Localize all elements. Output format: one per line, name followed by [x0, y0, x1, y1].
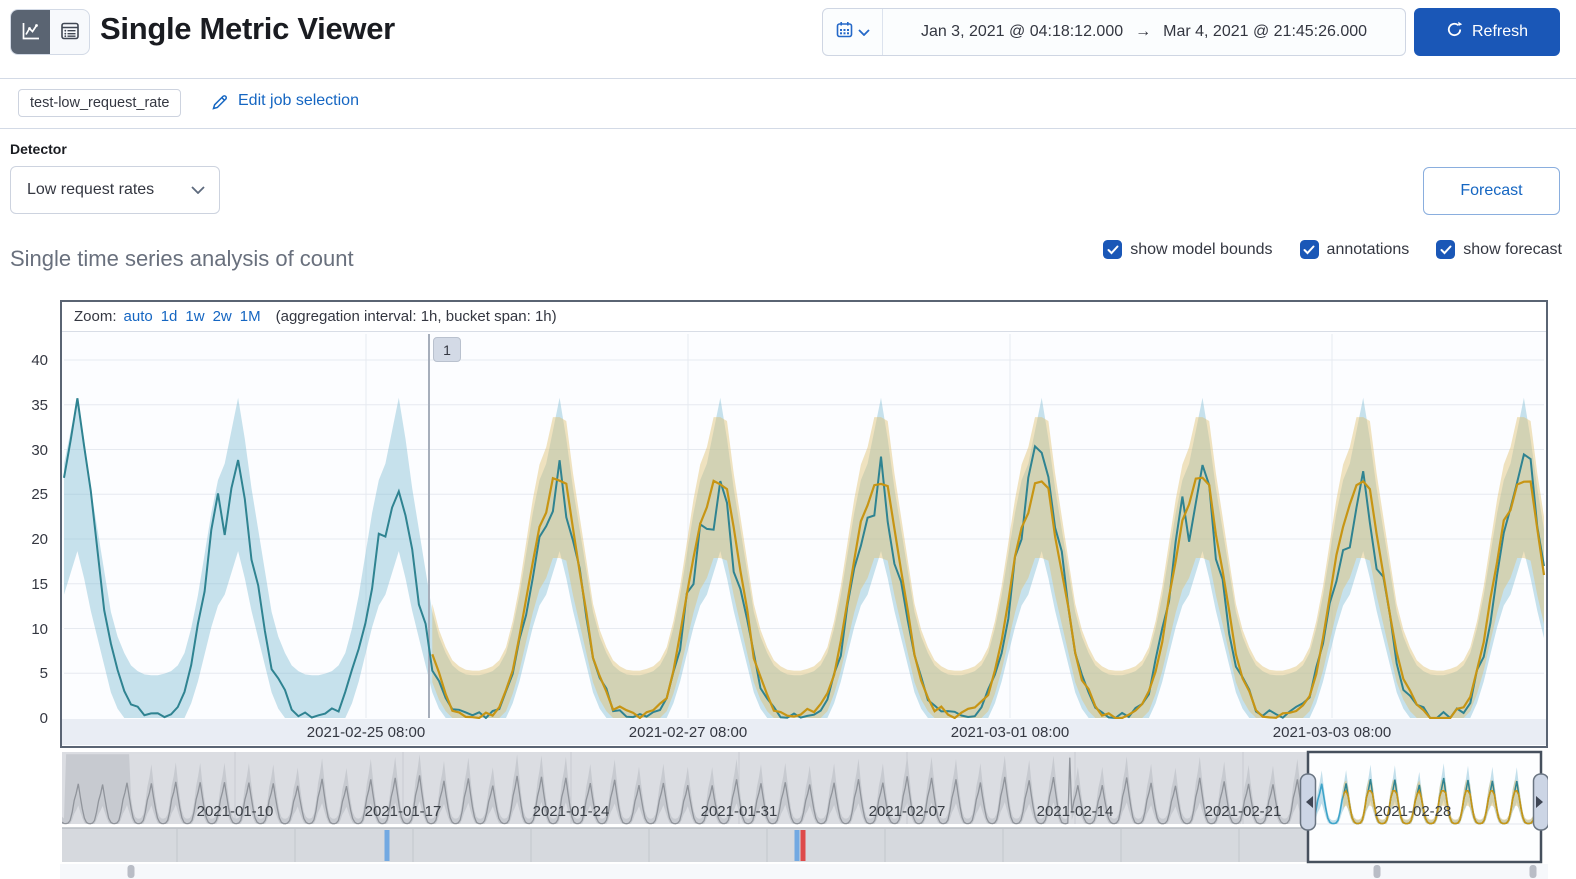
main-time-series-chart[interactable]: 2021-02-25 08:00 2021-02-27 08:00 2021-03-…: [62, 332, 1546, 745]
calendar-icon: [836, 21, 853, 43]
time-range-picker: Jan 3, 2021 @ 04:18:12.000 → Mar 4, 2021…: [822, 8, 1406, 56]
zoom-link-1d[interactable]: 1d: [161, 308, 178, 325]
checkbox-show-forecast[interactable]: show forecast: [1436, 240, 1562, 259]
checkbox-label: annotations: [1326, 240, 1410, 258]
refresh-button[interactable]: Refresh: [1414, 8, 1560, 56]
chart-option-checkboxes: show model bounds annotations show forecas…: [1103, 240, 1562, 259]
checkbox-show-model-bounds[interactable]: show model bounds: [1103, 240, 1273, 259]
svg-text:2021-01-24: 2021-01-24: [533, 803, 610, 820]
y-axis-tick-25: 25: [31, 486, 48, 504]
svg-text:2021-03-01 08:00: 2021-03-01 08:00: [951, 724, 1069, 741]
zoom-links: auto 1d 1w 2w 1M: [124, 308, 261, 325]
edit-job-selection-link[interactable]: Edit job selection: [238, 92, 359, 110]
range-start[interactable]: Jan 3, 2021 @ 04:18:12.000: [921, 23, 1123, 41]
brush-handle-left[interactable]: [1299, 773, 1317, 831]
detector-label: Detector: [10, 141, 67, 157]
section-title: Single time series analysis of count: [10, 246, 354, 271]
svg-text:2021-02-14: 2021-02-14: [1037, 803, 1114, 820]
refresh-icon: [1446, 21, 1463, 43]
detector-select[interactable]: Low request rates: [10, 166, 220, 214]
checkbox-checked-icon[interactable]: [1436, 240, 1456, 259]
zoom-bar: Zoom: auto 1d 1w 2w 1M (aggregation interval…: [62, 302, 1546, 332]
context-overview-chart[interactable]: 2021-01-10 2021-01-17 2021-01-24 2021-01-31…: [60, 750, 1548, 879]
pencil-icon: [211, 93, 229, 116]
y-axis-tick-5: 5: [39, 665, 48, 683]
y-axis-tick-30: 30: [31, 441, 48, 459]
datepicker-range[interactable]: Jan 3, 2021 @ 04:18:12.000 → Mar 4, 2021…: [883, 9, 1405, 55]
chart-view-toggle-button[interactable]: [11, 10, 50, 54]
zoom-label: Zoom:: [74, 308, 117, 325]
zoom-link-1w[interactable]: 1w: [185, 308, 204, 325]
job-id-badge[interactable]: test-low_request_rate: [18, 89, 182, 117]
y-axis-tick-40: 40: [31, 352, 48, 369]
table-icon: [59, 20, 81, 45]
line-chart-icon: [20, 20, 42, 45]
zoom-link-1M[interactable]: 1M: [240, 308, 261, 325]
checkbox-checked-icon[interactable]: [1103, 240, 1123, 259]
annotation-marker-badge[interactable]: 1: [433, 337, 461, 362]
y-axis-tick-10: 10: [31, 620, 48, 638]
checkbox-checked-icon[interactable]: [1299, 240, 1319, 259]
table-view-toggle-button[interactable]: [50, 10, 89, 54]
svg-text:2021-02-07: 2021-02-07: [869, 803, 946, 820]
y-axis-tick-0: 0: [39, 710, 48, 727]
page-title: Single Metric Viewer: [100, 11, 395, 46]
refresh-label: Refresh: [1471, 23, 1529, 40]
single-metric-viewer-page: Single Metric Viewer Jan 3, 2021 @ 04:18…: [0, 0, 1576, 879]
job-divider: [0, 128, 1576, 129]
checkbox-annotations[interactable]: annotations: [1299, 240, 1410, 259]
svg-text:2021-02-21: 2021-02-21: [1205, 803, 1282, 820]
svg-text:2021-02-28: 2021-02-28: [1375, 803, 1452, 820]
checkbox-label: show forecast: [1463, 240, 1562, 258]
svg-text:2021-02-27 08:00: 2021-02-27 08:00: [629, 724, 747, 741]
y-axis-tick-15: 15: [31, 575, 48, 593]
y-axis-tick-20: 20: [31, 531, 48, 548]
y-axis-tick-35: 35: [31, 396, 48, 414]
time-series-chart-panel: Zoom: auto 1d 1w 2w 1M (aggregation interval…: [60, 300, 1548, 748]
view-toggle-group: [10, 9, 90, 55]
range-arrow-icon: →: [1135, 23, 1152, 40]
chevron-down-icon: [191, 181, 205, 199]
header-divider: [0, 78, 1576, 79]
svg-text:2021-01-10: 2021-01-10: [197, 803, 274, 820]
zoom-link-2w[interactable]: 2w: [213, 308, 232, 325]
detector-selected-value: Low request rates: [27, 181, 155, 198]
forecast-button[interactable]: Forecast: [1423, 167, 1560, 215]
svg-text:2021-02-25 08:00: 2021-02-25 08:00: [307, 724, 425, 741]
range-end[interactable]: Mar 4, 2021 @ 21:45:26.000: [1163, 23, 1367, 41]
svg-text:2021-03-03 08:00: 2021-03-03 08:00: [1273, 724, 1391, 741]
checkbox-label: show model bounds: [1130, 240, 1273, 258]
svg-text:2021-01-17: 2021-01-17: [365, 803, 442, 820]
brush-handle-right[interactable]: [1532, 773, 1549, 831]
chevron-down-icon: [857, 23, 870, 41]
zoom-link-auto[interactable]: auto: [124, 308, 153, 325]
svg-text:2021-01-31: 2021-01-31: [701, 803, 778, 820]
aggregation-note: (aggregation interval: 1h, bucket span: …: [275, 308, 557, 325]
datepicker-calendar-button[interactable]: [823, 9, 883, 55]
